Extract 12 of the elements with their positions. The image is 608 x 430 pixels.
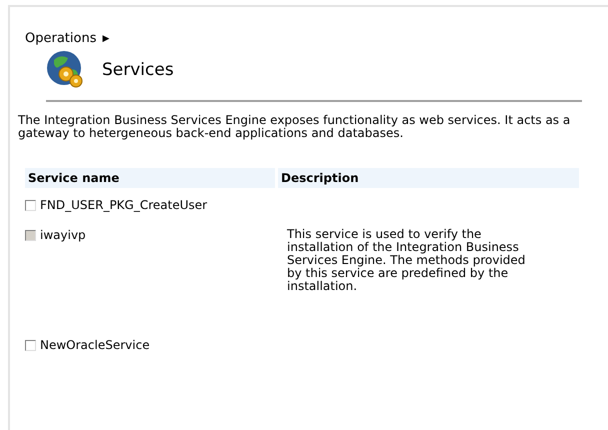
- checkbox[interactable]: [25, 340, 36, 350]
- service-name: FND_USER_PKG_CreateUser: [40, 198, 208, 212]
- page-title: Services: [102, 60, 174, 80]
- service-name: iwayivp: [40, 228, 86, 242]
- breadcrumb-link[interactable]: Operations: [25, 31, 96, 46]
- intro-paragraph: The Integration Business Services Engine exposes functionality as web services. It acts as a gateway to hetergeneous back-end applications and databases.: [18, 114, 572, 140]
- column-header: Description: [278, 168, 579, 188]
- service-name: NewOracleService: [40, 338, 150, 352]
- breadcrumb-arrow: ▶: [102, 34, 110, 44]
- column-header: Service name: [25, 168, 275, 188]
- checkbox[interactable]: [25, 200, 36, 210]
- service-description: This service is used to verify the installation of the Integration Business Services Engine. The methods provided by this service are predefined by the installation.: [286, 226, 526, 293]
